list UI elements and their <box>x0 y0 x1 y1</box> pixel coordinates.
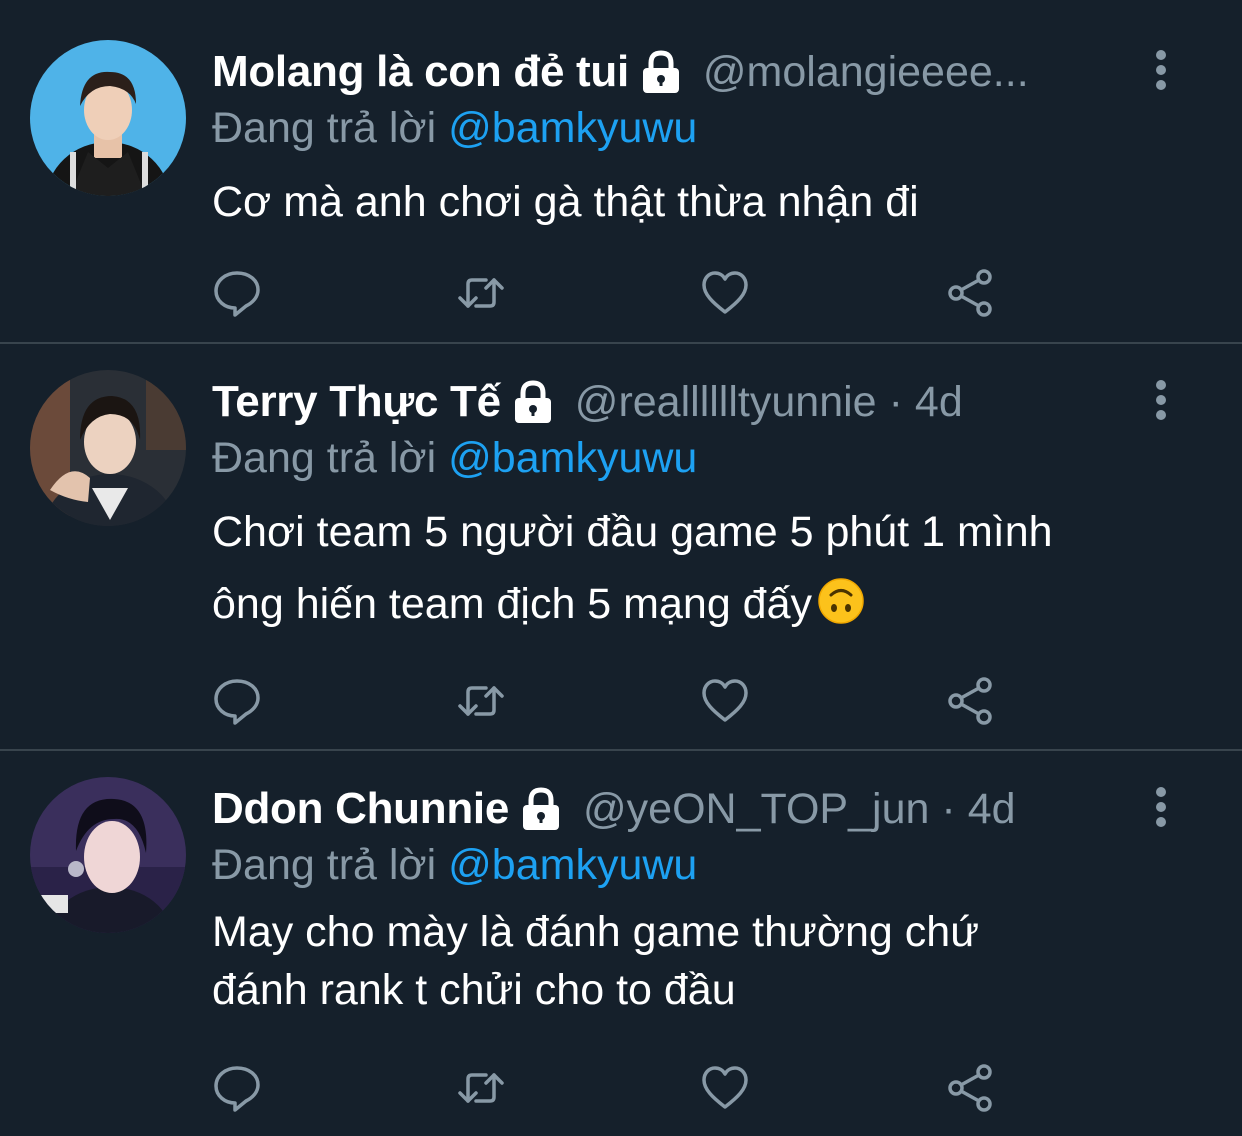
tweet-text-line: ông hiến team địch 5 mạng đấy <box>212 568 1212 640</box>
reply-icon[interactable] <box>212 268 262 318</box>
tweet-text: May cho mày là đánh game thường chứ đánh… <box>212 903 1212 1019</box>
share-icon[interactable] <box>945 268 995 318</box>
timestamp[interactable]: 4d <box>915 378 963 427</box>
avatar-image <box>30 370 186 526</box>
tweet-text-line: May cho mày là đánh game thường chứ <box>212 908 979 956</box>
tweet-text-line: Chơi team 5 người đầu game 5 phút 1 mình <box>212 508 1053 556</box>
timestamp[interactable]: 4d <box>968 785 1016 834</box>
user-handle[interactable]: @realllllltyunnie <box>575 378 877 427</box>
tweet-actions <box>212 268 1012 318</box>
tweet-actions <box>212 676 1012 726</box>
share-icon[interactable] <box>945 676 995 726</box>
tweet-text-line: Cơ mà anh chơi gà thật thừa nhận đi <box>212 178 919 226</box>
like-icon[interactable] <box>700 1063 750 1113</box>
replying-to-mention[interactable]: @bamkyuwu <box>448 434 697 482</box>
reply-feed: Molang là con đẻ tui @molangieeee... Đan… <box>0 0 1242 1136</box>
tweet-text-line-content: ông hiến team địch 5 mạng đấy <box>212 580 813 628</box>
replying-to-label: Đang trả lời <box>212 841 437 889</box>
like-icon[interactable] <box>700 268 750 318</box>
more-options-icon[interactable] <box>1146 787 1176 827</box>
lock-icon <box>523 787 560 830</box>
replying-to: Đang trả lời @bamkyuwu <box>212 104 697 153</box>
avatar[interactable] <box>30 777 186 933</box>
upside-down-face-emoji-icon <box>818 578 864 624</box>
tweet-header: Terry Thực Tế @realllllltyunnie · 4d <box>212 372 963 432</box>
display-name[interactable]: Ddon Chunnie <box>212 784 509 834</box>
display-name[interactable]: Terry Thực Tế <box>212 377 501 427</box>
tweet-header: Molang là con đẻ tui @molangieeee... <box>212 42 1029 102</box>
replying-to-label: Đang trả lời <box>212 434 437 482</box>
like-icon[interactable] <box>700 676 750 726</box>
tweet-text: Cơ mà anh chơi gà thật thừa nhận đi <box>212 166 1212 238</box>
separator-dot: · <box>888 377 903 426</box>
replying-to: Đang trả lời @bamkyuwu <box>212 841 697 890</box>
more-options-icon[interactable] <box>1146 380 1176 420</box>
retweet-icon[interactable] <box>456 268 506 318</box>
display-name[interactable]: Molang là con đẻ tui <box>212 47 629 97</box>
reply-icon[interactable] <box>212 1063 262 1113</box>
avatar[interactable] <box>30 40 186 196</box>
replying-to-label: Đang trả lời <box>212 104 437 152</box>
replying-to-mention[interactable]: @bamkyuwu <box>448 841 697 889</box>
reply-icon[interactable] <box>212 676 262 726</box>
tweet-text: Chơi team 5 người đầu game 5 phút 1 mình… <box>212 496 1212 640</box>
user-handle[interactable]: @yeON_TOP_jun <box>583 785 929 834</box>
retweet-icon[interactable] <box>456 676 506 726</box>
replying-to: Đang trả lời @bamkyuwu <box>212 434 697 483</box>
avatar-image <box>30 777 186 933</box>
replying-to-mention[interactable]: @bamkyuwu <box>448 104 697 152</box>
retweet-icon[interactable] <box>456 1063 506 1113</box>
tweet[interactable]: Molang là con đẻ tui @molangieeee... Đan… <box>0 0 1242 342</box>
tweet[interactable]: Terry Thực Tế @realllllltyunnie · 4d Đan… <box>0 344 1242 749</box>
lock-icon <box>514 380 551 423</box>
tweet-actions <box>212 1063 1012 1113</box>
separator-dot: · <box>941 784 956 833</box>
avatar[interactable] <box>30 370 186 526</box>
tweet[interactable]: Ddon Chunnie @yeON_TOP_jun · 4d Đang trả… <box>0 751 1242 1136</box>
tweet-header: Ddon Chunnie @yeON_TOP_jun · 4d <box>212 779 1016 839</box>
user-handle[interactable]: @molangieeee... <box>703 48 1029 97</box>
tweet-text-line: đánh rank t chửi cho to đầu <box>212 966 736 1014</box>
more-options-icon[interactable] <box>1146 50 1176 90</box>
share-icon[interactable] <box>945 1063 995 1113</box>
avatar-image <box>30 40 186 196</box>
lock-icon <box>642 50 679 93</box>
